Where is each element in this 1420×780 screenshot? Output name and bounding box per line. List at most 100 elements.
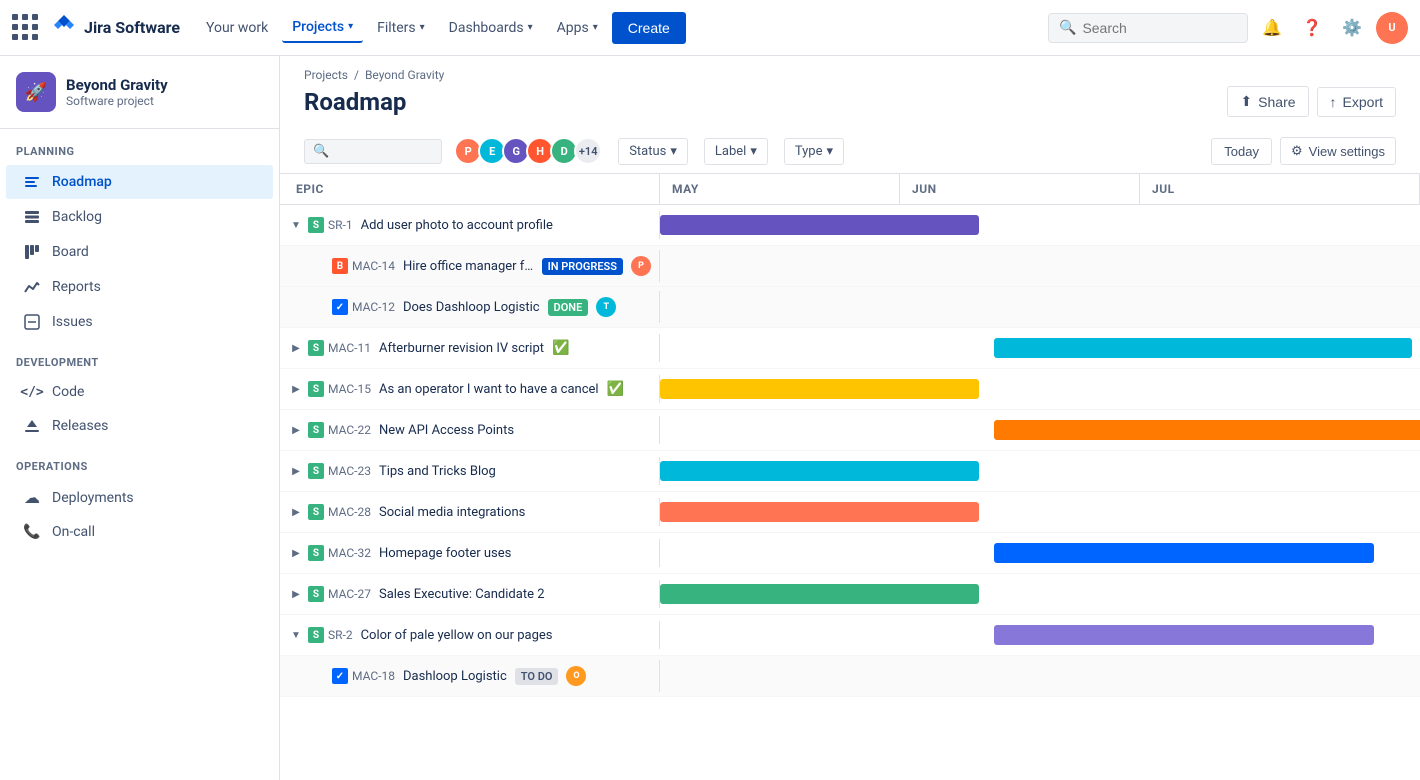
epic-key: MAC-15 xyxy=(328,382,371,396)
sidebar-item-deployments[interactable]: ☁ Deployments xyxy=(6,480,273,515)
main-content: Projects / Beyond Gravity Roadmap ⬆ Shar… xyxy=(280,56,1420,780)
breadcrumb-projects[interactable]: Projects xyxy=(304,68,348,82)
status-badge: IN PROGRESS xyxy=(542,258,623,275)
deployments-icon: ☁ xyxy=(22,488,42,507)
table-row[interactable]: ▶ S MAC-22 New API Access Points xyxy=(280,410,1420,451)
roadmap-header: Epic MAY JUN JUL xyxy=(280,174,1420,205)
page-header: Roadmap ⬆ Share ↑ Export xyxy=(280,82,1420,129)
settings-button[interactable]: ⚙️ xyxy=(1336,12,1368,44)
epic-key: MAC-27 xyxy=(328,587,371,601)
table-row[interactable]: ▶ S MAC-15 As an operator I want to have… xyxy=(280,369,1420,410)
table-row[interactable]: ▶ S MAC-32 Homepage footer uses xyxy=(280,533,1420,574)
create-button[interactable]: Create xyxy=(612,12,686,44)
timeline-cell xyxy=(660,615,1420,655)
nav-apps[interactable]: Apps ▾ xyxy=(547,14,608,42)
search-input[interactable] xyxy=(1082,20,1222,36)
month-jun: JUN xyxy=(900,174,1140,204)
nav-filters[interactable]: Filters ▾ xyxy=(367,14,435,42)
sidebar-item-code[interactable]: </> Code xyxy=(6,376,273,408)
epic-key: MAC-14 xyxy=(352,259,395,273)
expand-button[interactable]: ▶ xyxy=(288,545,304,561)
expand-button[interactable]: ▶ xyxy=(288,340,304,356)
share-button[interactable]: ⬆ Share xyxy=(1227,86,1308,117)
sidebar-item-board[interactable]: Board xyxy=(6,235,273,269)
expand-button[interactable]: ▶ xyxy=(288,381,304,397)
table-row[interactable]: ▶ ✓ MAC-18 Dashloop Logistic TO DO O xyxy=(280,656,1420,697)
label-filter[interactable]: Label ▾ xyxy=(704,138,768,165)
roadmap-grid: Epic MAY JUN JUL ▼ S SR-1 Add user photo… xyxy=(280,174,1420,697)
expand-button[interactable]: ▼ xyxy=(288,217,304,233)
timeline-cell xyxy=(660,533,1420,573)
table-row[interactable]: ▶ S MAC-27 Sales Executive: Candidate 2 xyxy=(280,574,1420,615)
sidebar-item-oncall[interactable]: 📞 On-call xyxy=(6,516,273,548)
breadcrumb-project[interactable]: Beyond Gravity xyxy=(365,68,444,82)
help-button[interactable]: ❓ xyxy=(1296,12,1328,44)
nav-projects[interactable]: Projects ▾ xyxy=(282,13,363,43)
epic-name: Hire office manager for xyxy=(403,259,534,274)
type-filter[interactable]: Type ▾ xyxy=(784,138,844,165)
expand-button[interactable]: ▼ xyxy=(288,627,304,643)
expand-button[interactable]: ▶ xyxy=(288,586,304,602)
story-icon: S xyxy=(308,545,324,561)
epic-key: MAC-32 xyxy=(328,546,371,560)
table-row[interactable]: ▶ S MAC-23 Tips and Tricks Blog xyxy=(280,451,1420,492)
apps-chevron: ▾ xyxy=(593,22,598,33)
table-row[interactable]: ▼ S SR-1 Add user photo to account profi… xyxy=(280,205,1420,246)
table-row[interactable]: ▶ B MAC-14 Hire office manager for IN PR… xyxy=(280,246,1420,287)
app-grid-icon[interactable] xyxy=(12,14,40,42)
status-filter[interactable]: Status ▾ xyxy=(618,138,688,165)
expand-button[interactable]: ▶ xyxy=(288,504,304,520)
export-icon: ↑ xyxy=(1330,94,1337,110)
epic-search-input[interactable] xyxy=(333,144,433,159)
sidebar-project[interactable]: 🚀 Beyond Gravity Software project xyxy=(0,56,279,129)
today-button[interactable]: Today xyxy=(1211,138,1272,165)
sidebar-item-roadmap[interactable]: Roadmap xyxy=(6,165,273,199)
sidebar-item-issues[interactable]: Issues xyxy=(6,305,273,339)
epic-cell: ▶ S MAC-28 Social media integrations xyxy=(280,498,660,526)
sidebar-releases-label: Releases xyxy=(52,418,108,434)
sidebar-item-backlog[interactable]: Backlog xyxy=(6,200,273,234)
timeline-cell xyxy=(660,369,1420,409)
epic-cell: ▼ S SR-1 Add user photo to account profi… xyxy=(280,211,660,239)
nav-your-work[interactable]: Your work xyxy=(196,14,278,42)
view-settings-button[interactable]: ⚙ View settings xyxy=(1280,137,1396,165)
planning-section-label: PLANNING xyxy=(0,129,279,164)
toolbar-search[interactable]: 🔍 xyxy=(304,139,442,164)
epic-name: Homepage footer uses xyxy=(379,546,511,561)
epic-key: MAC-11 xyxy=(328,341,371,355)
expand-button[interactable]: ▶ xyxy=(288,463,304,479)
avatar-count[interactable]: +14 xyxy=(574,137,602,165)
sidebar-item-releases[interactable]: Releases xyxy=(6,409,273,443)
page-title: Roadmap xyxy=(304,88,406,116)
sidebar-backlog-label: Backlog xyxy=(52,209,102,225)
project-info: Beyond Gravity Software project xyxy=(66,76,168,108)
table-row[interactable]: ▶ ✓ MAC-12 Does Dashloop Logistic DONE T xyxy=(280,287,1420,328)
table-row[interactable]: ▶ S MAC-11 Afterburner revision IV scrip… xyxy=(280,328,1420,369)
projects-chevron: ▾ xyxy=(348,21,353,32)
export-button[interactable]: ↑ Export xyxy=(1317,87,1396,117)
month-jul: JUL xyxy=(1140,174,1420,204)
logo[interactable]: Jira Software xyxy=(52,13,180,42)
epic-cell-child: ▶ B MAC-14 Hire office manager for IN PR… xyxy=(280,250,660,282)
epic-name: Sales Executive: Candidate 2 xyxy=(379,587,545,602)
table-row[interactable]: ▶ S MAC-28 Social media integrations xyxy=(280,492,1420,533)
epic-cell: ▼ S SR-2 Color of pale yellow on our pag… xyxy=(280,621,660,649)
backlog-icon xyxy=(22,208,42,226)
story-icon: S xyxy=(308,217,324,233)
sidebar-item-reports[interactable]: Reports xyxy=(6,270,273,304)
task-icon: ✓ xyxy=(332,668,348,684)
expand-button[interactable]: ▶ xyxy=(288,422,304,438)
toolbar: 🔍 P E G H D +14 Status ▾ Label ▾ Type xyxy=(280,129,1420,174)
notifications-button[interactable]: 🔔 xyxy=(1256,12,1288,44)
user-avatar[interactable]: U xyxy=(1376,12,1408,44)
search-box[interactable]: 🔍 xyxy=(1048,13,1248,43)
check-icon: ✅ xyxy=(552,340,569,356)
type-chevron: ▾ xyxy=(827,144,834,159)
nav-dashboards[interactable]: Dashboards ▾ xyxy=(439,14,543,42)
story-icon: S xyxy=(308,504,324,520)
epic-key: MAC-12 xyxy=(352,300,395,314)
epic-cell: ▶ S MAC-22 New API Access Points xyxy=(280,416,660,444)
story-icon: S xyxy=(308,627,324,643)
table-row[interactable]: ▼ S SR-2 Color of pale yellow on our pag… xyxy=(280,615,1420,656)
project-type: Software project xyxy=(66,94,168,108)
